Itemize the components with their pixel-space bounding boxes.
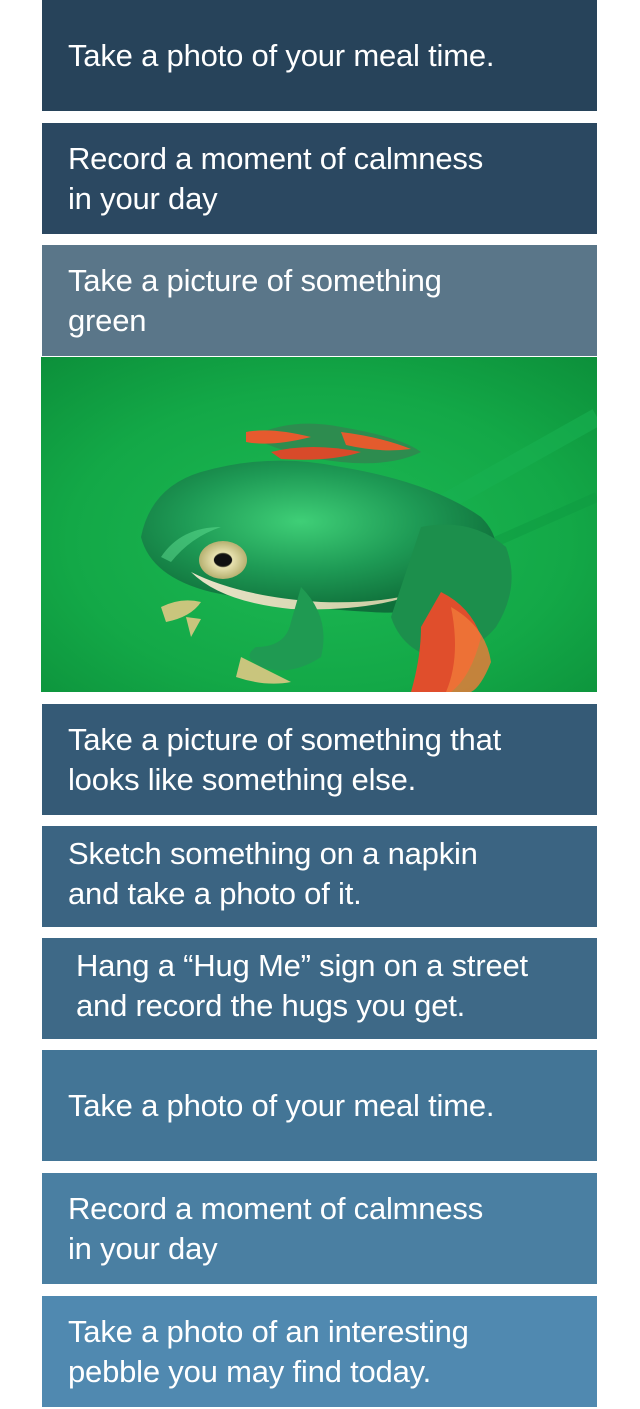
challenge-card-label: Take a photo of your meal time. xyxy=(68,37,495,73)
challenge-card-hug-me[interactable]: Hang a “Hug Me” sign on a street and rec… xyxy=(42,938,597,1039)
challenge-card-something-green[interactable]: Take a picture of something green xyxy=(42,245,597,356)
challenge-card-looks-like[interactable]: Take a picture of something that looks l… xyxy=(42,704,597,815)
challenge-card-meal-photo[interactable]: Take a photo of your meal time. xyxy=(42,0,597,111)
challenge-card-napkin-sketch[interactable]: Sketch something on a napkin and take a … xyxy=(42,826,597,927)
challenge-card-label: Sketch something on a napkin and take a … xyxy=(68,835,478,911)
challenge-card-meal-photo-2[interactable]: Take a photo of your meal time. xyxy=(42,1050,597,1161)
green-frog-photo[interactable] xyxy=(41,357,597,692)
challenge-card-calmness-2[interactable]: Record a moment of calmness in your day xyxy=(42,1173,597,1284)
challenge-card-pebble[interactable]: Take a photo of an interesting pebble yo… xyxy=(42,1296,597,1407)
challenge-card-label: Record a moment of calmness in your day xyxy=(68,140,483,216)
challenge-card-label: Take a photo of your meal time. xyxy=(68,1087,495,1123)
challenge-card-calmness[interactable]: Record a moment of calmness in your day xyxy=(42,123,597,234)
challenge-card-label: Take a photo of an interesting pebble yo… xyxy=(68,1313,469,1389)
challenge-card-label: Take a picture of something green xyxy=(68,262,442,338)
challenge-card-label: Record a moment of calmness in your day xyxy=(68,1190,483,1266)
frog-photo-image xyxy=(41,357,597,692)
challenge-card-label: Take a picture of something that looks l… xyxy=(68,721,502,797)
challenge-card-label: Hang a “Hug Me” sign on a street and rec… xyxy=(76,947,528,1023)
